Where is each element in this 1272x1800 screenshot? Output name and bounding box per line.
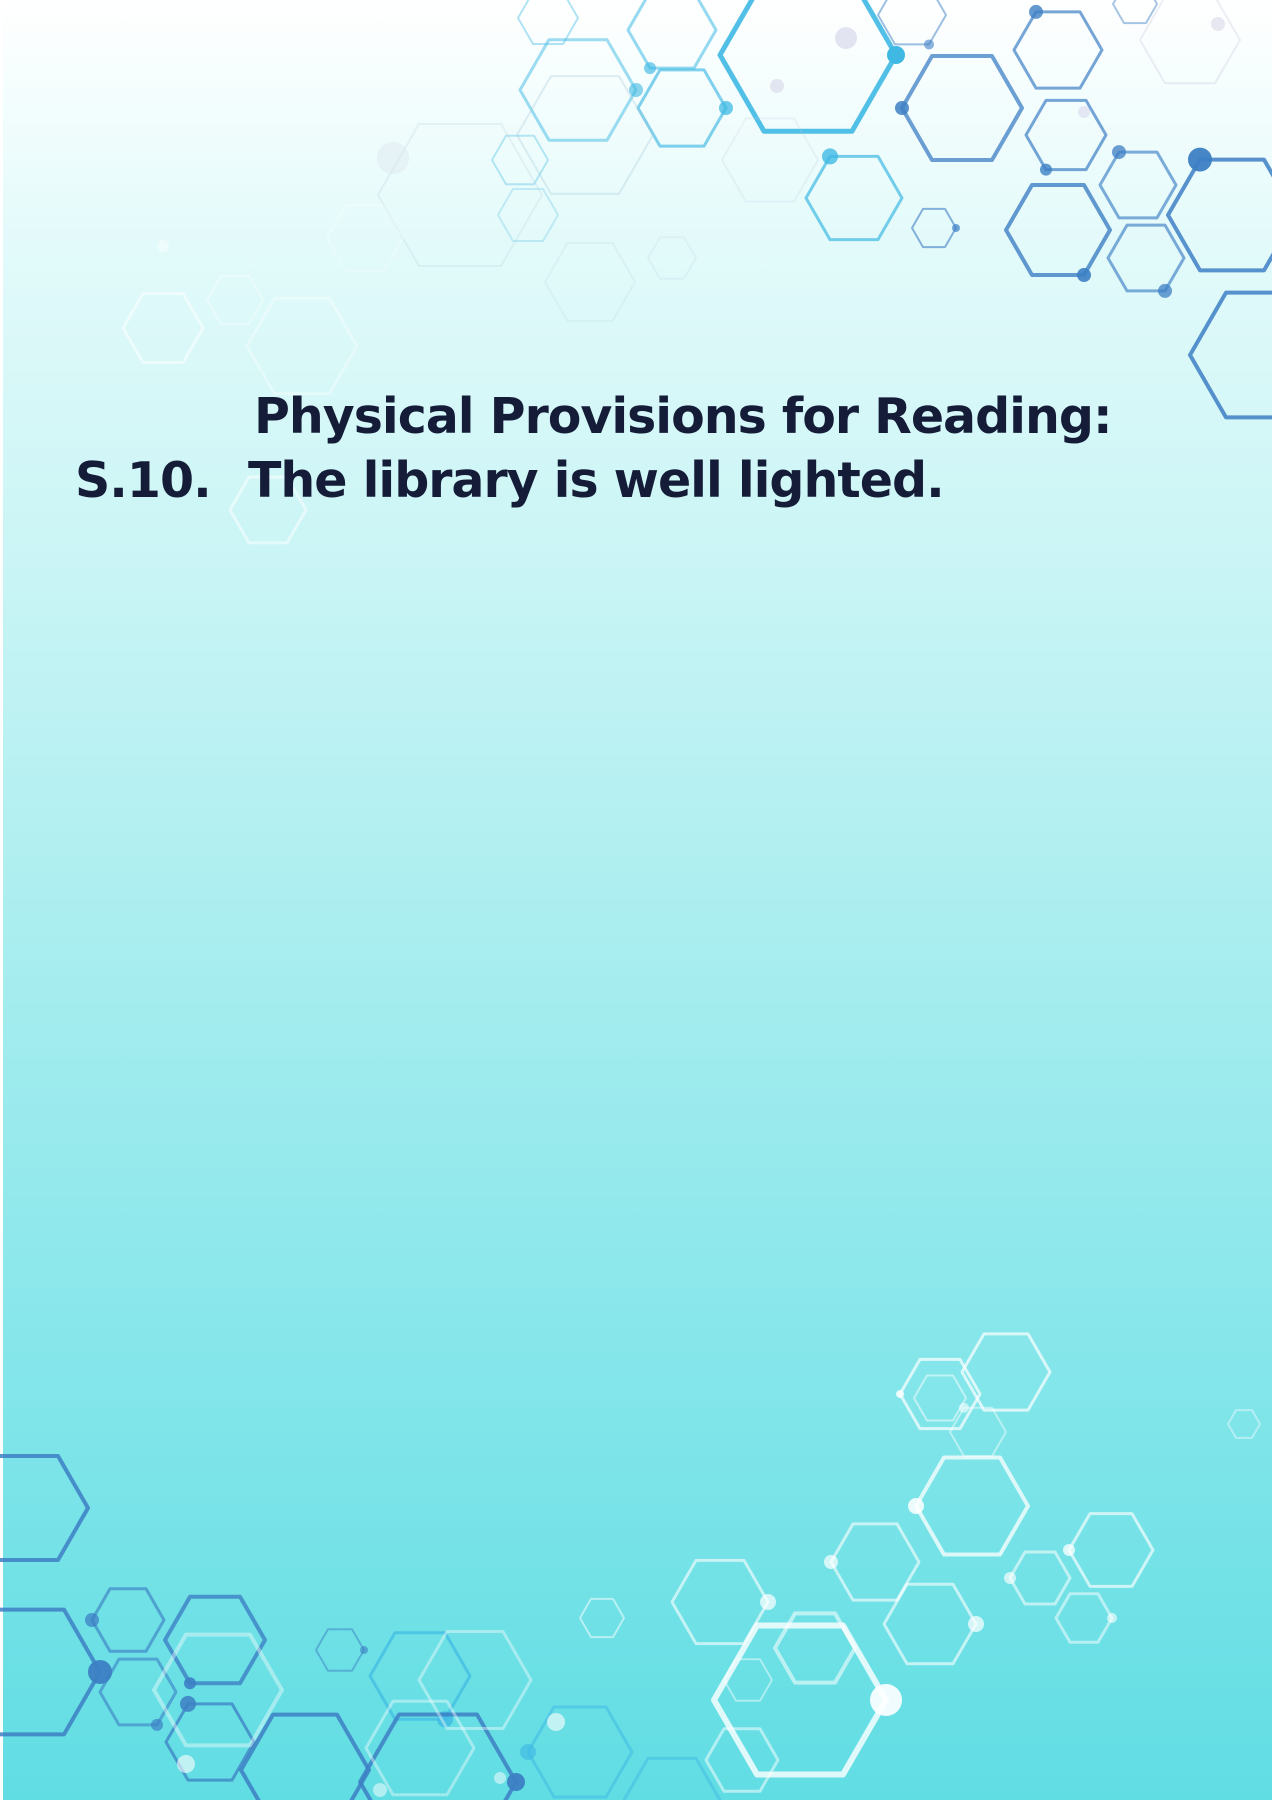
node-dot xyxy=(968,1616,984,1632)
hexagon-shape xyxy=(1106,223,1186,293)
hexagon-shape xyxy=(1188,290,1272,420)
node-dot xyxy=(824,1555,838,1569)
hexagon-shape xyxy=(900,54,1024,162)
node-dot xyxy=(377,142,409,174)
node-dot xyxy=(1188,147,1212,172)
hexagon-shape xyxy=(1139,0,1241,85)
survey-item: S.10. The library is well lighted. xyxy=(75,452,945,509)
hexagon-shape xyxy=(1024,98,1108,172)
hexagon-shape xyxy=(497,188,559,242)
node-dot xyxy=(180,1695,196,1712)
node-dot xyxy=(177,1755,195,1773)
node-dot xyxy=(924,39,934,50)
hexagon-shape xyxy=(626,0,718,70)
item-number: S.10. xyxy=(75,452,212,509)
hexagon-shape xyxy=(517,0,579,45)
hexagon-shape xyxy=(0,1607,102,1737)
node-dot xyxy=(85,1613,99,1627)
hexagon-shape xyxy=(804,154,904,242)
hexagon-shape xyxy=(544,242,636,322)
hexagon-shape xyxy=(914,1455,1030,1557)
node-dot xyxy=(1078,106,1090,118)
node-dot xyxy=(184,1677,196,1690)
hexagon-shape xyxy=(206,274,264,326)
hexagon-shape xyxy=(326,204,404,272)
hexagon-shape xyxy=(245,296,359,396)
node-dot xyxy=(952,224,960,232)
node-dot xyxy=(895,101,909,115)
hexagon-shape xyxy=(163,1594,267,1686)
hexagon-shape xyxy=(1166,157,1272,273)
node-dot xyxy=(629,83,643,97)
hexagon-shape xyxy=(911,207,957,249)
hexagon-shape xyxy=(704,1727,780,1793)
node-dot xyxy=(760,1594,776,1610)
hexagon-shape xyxy=(1227,1409,1261,1439)
hexagon-shape xyxy=(622,1756,722,1800)
hexagon-shape xyxy=(1067,1512,1155,1588)
hexagon-shape xyxy=(90,1587,166,1653)
node-dot xyxy=(896,1390,904,1398)
node-dot xyxy=(494,1772,506,1784)
hexagon-decoration xyxy=(0,0,1272,1800)
hexagon-shape xyxy=(315,1628,365,1672)
hexagon-shape xyxy=(518,38,638,142)
node-dot xyxy=(151,1718,163,1731)
node-dot xyxy=(1077,268,1091,283)
node-dot xyxy=(157,240,169,252)
node-dot xyxy=(770,79,784,93)
node-dot xyxy=(644,62,656,75)
hexagon-shape xyxy=(647,236,697,280)
node-dot xyxy=(1063,1544,1075,1556)
hexagon-shape xyxy=(636,68,728,148)
hexagon-shape xyxy=(717,0,899,134)
hexagon-shape xyxy=(0,1454,90,1562)
hexagon-shape xyxy=(579,1597,625,1639)
node-dot xyxy=(822,148,838,165)
node-dot xyxy=(520,1744,536,1760)
node-dot xyxy=(1040,163,1052,176)
hexagon-pattern xyxy=(0,0,1272,1800)
node-dot xyxy=(835,27,857,49)
node-dot xyxy=(1112,145,1126,160)
node-dot xyxy=(1004,1572,1016,1584)
hexagon-shape xyxy=(913,1374,967,1422)
hexagon-shape xyxy=(1008,1550,1072,1606)
hexagon-shape xyxy=(121,291,205,365)
node-dot xyxy=(1211,17,1225,31)
node-dot xyxy=(870,1684,902,1716)
node-dot xyxy=(719,101,733,115)
hexagon-shape xyxy=(898,1357,982,1431)
hexagon-shape xyxy=(960,1332,1052,1412)
hexagon-shape xyxy=(1098,150,1178,220)
node-dot xyxy=(547,1713,565,1731)
hexagon-shape xyxy=(1112,0,1158,25)
hexagon-shape xyxy=(1012,10,1104,90)
node-dot xyxy=(1029,4,1043,19)
node-dot xyxy=(908,1498,924,1514)
node-dot xyxy=(887,46,905,64)
item-statement: The library is well lighted. xyxy=(248,452,945,509)
node-dot xyxy=(507,1773,525,1791)
section-heading: Physical Provisions for Reading: xyxy=(254,388,1113,445)
node-dot xyxy=(360,1646,368,1654)
hexagon-shape xyxy=(1054,1592,1114,1644)
document-page: Physical Provisions for Reading: S.10. Th… xyxy=(0,0,1272,1800)
hexagon-shape xyxy=(949,1406,1007,1458)
hexagon-shape xyxy=(526,1705,634,1799)
node-dot xyxy=(373,1783,387,1797)
node-dot xyxy=(1158,283,1172,298)
node-dot xyxy=(1107,1613,1117,1623)
hexagon-shape xyxy=(491,134,549,186)
hexagon-shape xyxy=(1004,183,1112,277)
node-dot xyxy=(959,1402,969,1413)
